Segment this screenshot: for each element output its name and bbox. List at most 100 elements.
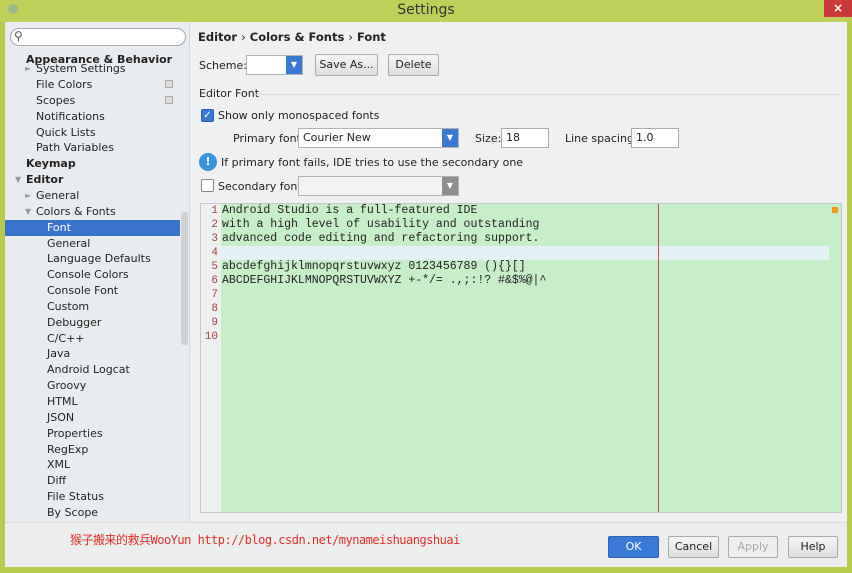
sidebar-item-label: General [47,236,91,250]
sidebar-item-label: Font [47,220,71,234]
sidebar-item-label: Debugger [47,315,102,329]
sidebar-item[interactable]: Keymap [5,156,180,172]
expand-arrow-icon[interactable]: ▼ [15,172,21,188]
sidebar-item[interactable]: HTML [5,394,180,410]
code-line: advanced code editing and refactoring su… [222,232,540,245]
size-input[interactable]: 18 [501,128,549,148]
sidebar-item[interactable]: Debugger [5,315,180,331]
secondary-font-select[interactable]: ▼ [298,176,459,196]
line-spacing-input[interactable]: 1.0 [631,128,679,148]
copy-icon [165,96,173,104]
breadcrumb-separator: › [348,30,353,44]
collapse-arrow-icon[interactable]: ► [25,61,31,77]
breadcrumb-separator: › [241,30,246,44]
font-preview-editor[interactable]: 1 Android Studio is a full-featured IDE 2 w… [200,203,842,513]
sidebar-item[interactable]: Notifications [5,109,180,125]
apply-button[interactable]: Apply [728,536,778,558]
search-input[interactable]: ⚲ [10,28,186,46]
close-button[interactable]: × [824,0,852,17]
sidebar-item[interactable]: RegExp [5,442,180,458]
sidebar-item[interactable]: ▼ Editor [5,172,180,188]
sidebar-item-label: JSON [47,410,75,424]
sidebar-item-label: HTML [47,395,78,408]
sidebar-item[interactable]: Font [5,219,180,236]
sidebar-item[interactable]: Properties [5,426,180,442]
section-divider [254,94,840,95]
line-number: 4 [211,247,218,259]
line-number: 5 [211,261,218,273]
breadcrumb: Editor › Colors & Fonts › Font [198,30,386,44]
show-monospaced-label: Show only monospaced fonts [218,109,380,122]
sidebar-item-label: System Settings [36,62,126,75]
sidebar-item-label: Android Logcat [47,363,130,377]
cancel-button[interactable]: Cancel [668,536,719,558]
sidebar-item[interactable]: Custom [5,299,180,315]
sidebar-item[interactable]: Diff [5,473,180,489]
primary-font-label: Primary font: [233,132,305,145]
show-monospaced-checkbox[interactable]: ✓ [201,109,214,122]
chevron-down-icon: ▼ [442,177,458,195]
ok-button[interactable]: OK [608,536,659,558]
sidebar-item[interactable]: ► General [5,188,180,204]
sidebar-item[interactable]: File Colors [5,77,180,93]
sidebar-item[interactable]: ► System Settings [5,61,180,77]
sidebar-item[interactable]: Groovy [5,378,180,394]
help-button[interactable]: Help [788,536,838,558]
sidebar-item-label: Keymap [26,157,76,171]
sidebar-item[interactable]: ▼ Colors & Fonts [5,204,180,220]
copy-icon [165,80,173,88]
sidebar-item-label: By Scope [47,505,99,519]
line-number: 9 [211,317,218,329]
primary-font-value: Courier New [303,131,371,144]
primary-font-select[interactable]: Courier New ▼ [298,128,459,148]
sidebar-item-label: Console Font [47,284,119,298]
sidebar-item[interactable]: C/C++ [5,331,180,347]
sidebar-item-label: Language Defaults [47,252,151,266]
line-number: 8 [211,303,218,315]
size-label: Size: [475,132,502,145]
sidebar-item[interactable]: Scopes [5,93,180,109]
collapse-arrow-icon[interactable]: ► [25,188,31,204]
breadcrumb-font: Font [356,30,386,44]
sidebar-item[interactable]: Console Font [5,283,180,299]
sidebar-item-label: Console Colors [47,268,129,282]
sidebar-item-label: Custom [47,299,90,313]
breadcrumb-editor: Editor [198,30,238,44]
sidebar-item[interactable]: Android Logcat [5,362,180,378]
sidebar-item[interactable]: Language Defaults [5,251,180,267]
sidebar-item-label: Scopes [36,93,76,107]
sidebar-scrollbar[interactable] [181,212,188,345]
secondary-font-checkbox[interactable] [201,179,214,192]
sidebar-item-label: XML [47,458,71,472]
delete-button[interactable]: Delete [388,54,439,76]
sidebar-item-label: Properties [47,426,103,440]
sidebar-item[interactable]: Path Variables [5,140,180,156]
sidebar-item[interactable]: General [5,236,180,252]
error-stripe-marker [832,207,838,213]
chevron-down-icon: ▼ [286,56,302,74]
sidebar-item[interactable]: Java [5,346,180,362]
scheme-select[interactable]: ▼ [246,55,303,75]
sidebar-item[interactable]: File Status [5,489,180,505]
secondary-font-label: Secondary font: [218,180,306,193]
editor-font-section: Editor Font [199,87,260,100]
sidebar-item[interactable]: Quick Lists [5,125,180,141]
save-as-button[interactable]: Save As... [315,54,378,76]
sidebar-item-label: C/C++ [47,331,85,345]
sidebar-item-label: File Colors [36,78,93,91]
sidebar-item[interactable]: JSON [5,410,180,426]
breadcrumb-colors-fonts: Colors & Fonts [249,30,345,44]
line-number: 7 [211,289,218,301]
sidebar-item[interactable]: Console Colors [5,267,180,283]
code-line: with a high level of usability and outst… [222,218,540,231]
fallback-info-text: If primary font fails, IDE tries to use … [221,156,524,169]
line-spacing-label: Line spacing: [565,132,638,145]
expand-arrow-icon[interactable]: ▼ [25,204,31,220]
sidebar-item-label: Groovy [47,379,87,393]
sidebar-item[interactable]: XML [5,457,180,473]
chevron-down-icon: ▼ [442,129,458,147]
line-number: 1 [211,205,218,217]
sidebar-item[interactable]: By Scope [5,505,180,521]
current-line-highlight [221,246,829,260]
sidebar-item-label: Java [47,347,71,361]
